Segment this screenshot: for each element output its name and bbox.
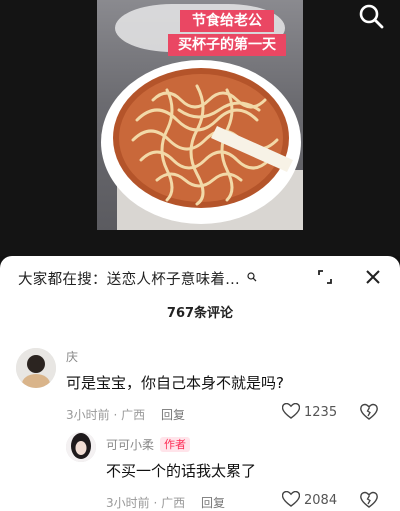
avatar[interactable] [16,348,56,388]
like-button[interactable]: 2084 [282,491,337,508]
hot-search-text: 大家都在搜：送恋人杯子意味着... [18,272,240,288]
like-button[interactable]: 1235 [282,403,337,420]
comment-time: 3小时前 [66,408,110,422]
reply-button[interactable]: 回复 [201,496,225,510]
video-caption-line2: 买杯子的第一天 [168,34,286,56]
expand-icon[interactable] [318,270,332,284]
dislike-icon[interactable] [360,403,378,421]
comment-location: 广西 [121,408,146,422]
reply-button[interactable]: 回复 [161,408,185,422]
username-text[interactable]: 可可小柔 [106,438,154,452]
comment-text: 不买一个的话我太累了 [106,462,257,480]
comment-panel-header: 大家都在搜：送恋人杯子意味着... 767条评论 [0,256,400,336]
comment-username: 可可小柔 作者 [106,436,191,453]
comment-count: 767条评论 [166,306,234,321]
like-count: 1235 [304,405,338,420]
comment-item: 庆 可是宝宝，你自己本身不就是吗? 3小时前 · 广西 回复 1235 [0,344,400,424]
author-badge: 作者 [160,437,191,452]
like-count: 2084 [304,493,338,508]
comment-reply-item: 可可小柔 作者 不买一个的话我太累了 3小时前 · 广西 回复 2084 [0,430,400,510]
comment-username[interactable]: 庆 [66,348,78,365]
video-caption-line1: 节食给老公 [180,10,274,32]
heart-icon [282,491,300,507]
heart-icon [282,403,300,419]
hot-search-suggestion[interactable]: 大家都在搜：送恋人杯子意味着... [18,268,257,289]
comment-location: 广西 [161,496,186,510]
close-icon[interactable] [366,270,380,284]
video-player[interactable]: 节食给老公 买杯子的第一天 [0,0,400,256]
comment-text: 可是宝宝，你自己本身不就是吗? [66,374,284,392]
comment-time: 3小时前 [106,496,150,510]
comment-meta: 3小时前 · 广西 回复 [106,496,225,510]
comment-meta: 3小时前 · 广西 回复 [66,408,185,422]
search-icon[interactable] [356,2,386,32]
mini-search-icon [247,272,257,282]
comment-panel: 大家都在搜：送恋人杯子意味着... 767条评论 庆 可是宝宝，你自己本身不就是… [0,256,400,511]
dislike-icon[interactable] [360,491,378,509]
avatar[interactable] [66,432,96,462]
